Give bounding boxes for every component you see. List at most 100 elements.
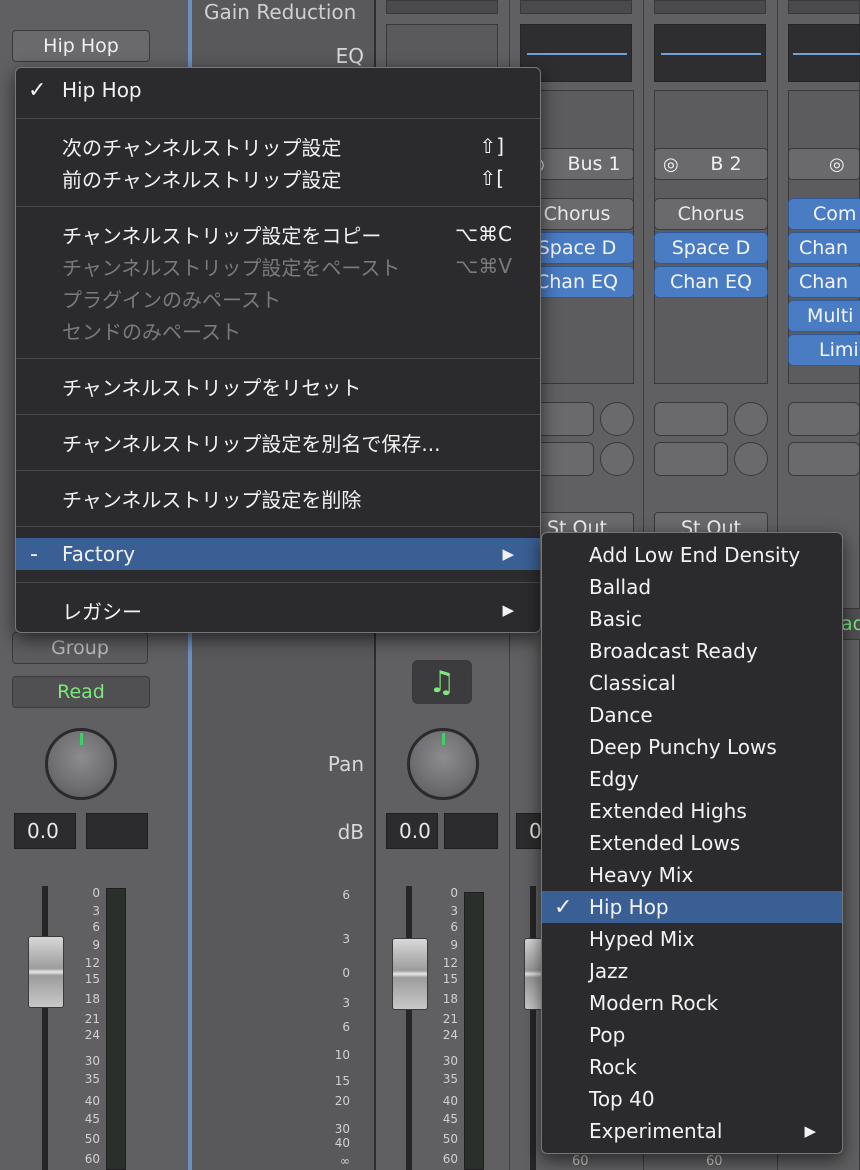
volume-fader[interactable] xyxy=(28,936,64,1008)
plugin-slot-multi[interactable]: Multi xyxy=(788,300,860,332)
shortcut-label: ⇧] xyxy=(479,134,504,158)
menu-item-current-preset[interactable]: ✓ Hip Hop xyxy=(16,74,540,106)
pan-knob[interactable] xyxy=(407,728,479,800)
menu-item-label: 前のチャンネルストリップ設定 xyxy=(62,167,342,192)
submenu-item-ballad[interactable]: Ballad xyxy=(542,571,842,603)
send-level-knob[interactable] xyxy=(734,402,768,436)
submenu-item-edgy[interactable]: Edgy xyxy=(542,763,842,795)
db-scale-tick: 20 xyxy=(334,1094,350,1108)
send-slot[interactable] xyxy=(654,442,728,476)
plugin-slot-chorus[interactable]: Chorus xyxy=(654,198,768,230)
send-slot[interactable] xyxy=(654,402,728,436)
peak-readout xyxy=(444,813,498,849)
menu-item-label: Ballad xyxy=(589,575,652,599)
submenu-item-experimental[interactable]: Experimental ▶ xyxy=(542,1115,842,1147)
volume-fader[interactable] xyxy=(392,938,428,1010)
menu-item-reset-strip[interactable]: チャンネルストリップをリセット xyxy=(16,370,540,402)
eq-label: EQ xyxy=(335,44,364,68)
db-scale-tick: 50 xyxy=(84,1132,100,1146)
menu-item-delete-setting[interactable]: チャンネルストリップ設定を削除 xyxy=(16,482,540,514)
menu-separator xyxy=(16,414,540,415)
db-scale-tick: 24 xyxy=(442,1028,458,1042)
db-scale-tick: 0 xyxy=(450,886,458,900)
menu-item-label: Rock xyxy=(589,1055,637,1079)
submenu-item-extended-highs[interactable]: Extended Highs xyxy=(542,795,842,827)
menu-item-label: 次のチャンネルストリップ設定 xyxy=(62,135,342,160)
group-slot[interactable]: Group xyxy=(12,632,148,664)
db-scale-tick: 0 xyxy=(342,966,350,980)
submenu-item-dance[interactable]: Dance xyxy=(542,699,842,731)
submenu-item-pop[interactable]: Pop xyxy=(542,1019,842,1051)
plugin-slot-chan-eq[interactable]: Chan EQ xyxy=(654,266,768,298)
send-level-knob[interactable] xyxy=(734,442,768,476)
db-scale-tick: 40 xyxy=(84,1094,100,1108)
send-slot[interactable] xyxy=(788,442,860,476)
menu-item-label: チャンネルストリップ設定をペースト xyxy=(62,255,401,280)
menu-item-label: Classical xyxy=(589,671,676,695)
db-scale-tick: 6 xyxy=(92,920,100,934)
shortcut-label: ⌥⌘V xyxy=(455,254,512,278)
menu-item-save-as[interactable]: チャンネルストリップ設定を別名で保存... xyxy=(16,426,540,458)
gain-reduction-meter xyxy=(386,0,498,14)
menu-item-factory[interactable]: - Factory ▶ xyxy=(16,538,540,570)
plugin-slot-limiter[interactable]: Limi xyxy=(788,334,860,366)
db-scale-tick: ∞ xyxy=(340,1154,350,1168)
plugin-slot-chan[interactable]: Chan xyxy=(788,232,860,264)
send-level-knob[interactable] xyxy=(600,402,634,436)
send-slot[interactable] xyxy=(788,402,860,436)
bus-label: Bus 1 xyxy=(567,153,621,175)
db-scale-tick: 3 xyxy=(450,904,458,918)
menu-item-label: Hyped Mix xyxy=(589,927,695,951)
level-meter xyxy=(106,888,126,1170)
output-b2[interactable]: ◎ B 2 xyxy=(654,148,768,180)
submenu-item-modern-rock[interactable]: Modern Rock xyxy=(542,987,842,1019)
eq-thumbnail[interactable] xyxy=(654,24,766,82)
plugin-slot-chan[interactable]: Chan xyxy=(788,266,860,298)
output-link[interactable]: ◎ xyxy=(788,148,860,180)
menu-item-paste-sends: センドのみペースト xyxy=(16,314,540,346)
submenu-item-broadcast-ready[interactable]: Broadcast Ready xyxy=(542,635,842,667)
submenu-item-extended-lows[interactable]: Extended Lows xyxy=(542,827,842,859)
menu-item-label: Jazz xyxy=(589,959,629,983)
volume-readout[interactable]: 0.0 xyxy=(14,813,76,849)
checkmark-icon: ✓ xyxy=(554,894,573,920)
volume-readout[interactable]: 0 xyxy=(516,813,544,849)
db-scale-tick: 0 xyxy=(92,886,100,900)
channel-strip-setting-button[interactable]: Hip Hop xyxy=(12,30,150,62)
submenu-item-hip-hop[interactable]: ✓ Hip Hop xyxy=(542,891,842,923)
scale-bottom-label: 60 xyxy=(706,1154,723,1169)
submenu-item-basic[interactable]: Basic xyxy=(542,603,842,635)
menu-item-next-setting[interactable]: 次のチャンネルストリップ設定 ⇧] xyxy=(16,130,540,162)
submenu-item-heavy-mix[interactable]: Heavy Mix xyxy=(542,859,842,891)
music-note-icon[interactable]: ♫ xyxy=(412,660,472,704)
db-scale-tick: 21 xyxy=(84,1012,100,1026)
menu-item-label: チャンネルストリップをリセット xyxy=(62,375,362,400)
volume-readout[interactable]: 0.0 xyxy=(386,813,438,849)
menu-separator xyxy=(16,358,540,359)
submenu-item-hyped-mix[interactable]: Hyped Mix xyxy=(542,923,842,955)
submenu-item-deep-punchy-lows[interactable]: Deep Punchy Lows xyxy=(542,731,842,763)
plugin-slot-space-d[interactable]: Space D xyxy=(654,232,768,264)
level-meter xyxy=(464,892,484,1170)
automation-mode-read[interactable]: Read xyxy=(12,676,150,708)
shortcut-label: ⇧[ xyxy=(479,166,504,190)
plugin-slot-comp[interactable]: Com xyxy=(788,198,860,230)
submenu-item-rock[interactable]: Rock xyxy=(542,1051,842,1083)
pan-knob[interactable] xyxy=(45,728,117,800)
eq-thumbnail[interactable] xyxy=(788,24,860,82)
submenu-item-add-low-end-density[interactable]: Add Low End Density xyxy=(542,539,842,571)
menu-item-paste-plugins: プラグインのみペースト xyxy=(16,282,540,314)
menu-item-label: Extended Lows xyxy=(589,831,741,855)
menu-item-label: Broadcast Ready xyxy=(589,639,758,663)
db-scale-tick: 18 xyxy=(442,992,458,1006)
menu-item-legacy[interactable]: レガシー ▶ xyxy=(16,594,540,626)
menu-item-copy-setting[interactable]: チャンネルストリップ設定をコピー ⌥⌘C xyxy=(16,218,540,250)
submenu-item-classical[interactable]: Classical xyxy=(542,667,842,699)
submenu-arrow-icon: ▶ xyxy=(804,1122,816,1140)
submenu-item-jazz[interactable]: Jazz xyxy=(542,955,842,987)
send-level-knob[interactable] xyxy=(600,442,634,476)
submenu-item-top-40[interactable]: Top 40 xyxy=(542,1083,842,1115)
menu-item-previous-setting[interactable]: 前のチャンネルストリップ設定 ⇧[ xyxy=(16,162,540,194)
mixed-state-indicator: - xyxy=(30,541,38,567)
fader-track xyxy=(530,886,536,1170)
